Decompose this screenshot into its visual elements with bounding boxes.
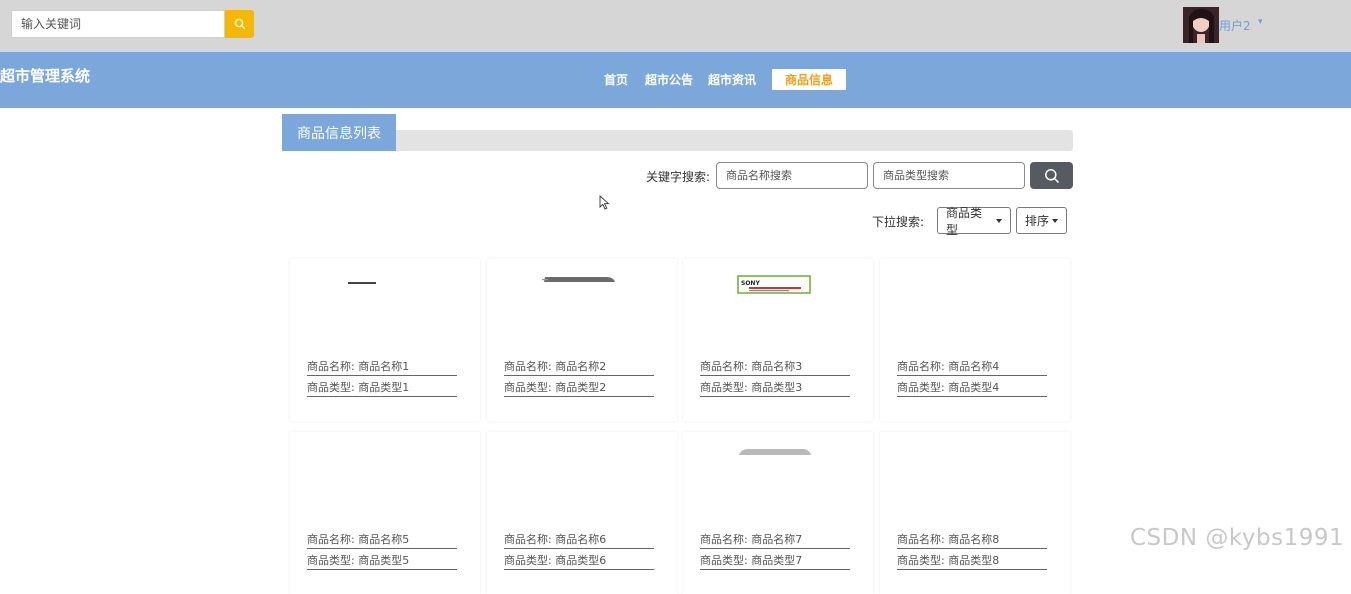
mouse-cursor-icon (599, 195, 610, 210)
main-nav-bar: 超市管理系统 首页 超市公告 超市资讯 商品信息 (0, 52, 1351, 108)
avatar-image (1183, 7, 1219, 43)
product-thumbnail: SONY (737, 275, 811, 294)
product-type-line: 商品类型: 商品类型2 (504, 381, 654, 397)
product-name: 商品名称3 (751, 360, 803, 373)
nav-item-products[interactable]: 商品信息 (772, 69, 846, 90)
product-type-line: 商品类型: 商品类型5 (307, 554, 457, 570)
top-search-button[interactable] (225, 10, 254, 38)
caret-down-icon (1052, 218, 1058, 223)
caret-down-icon (996, 218, 1002, 223)
product-name-line: 商品名称: 商品名称6 (504, 533, 654, 549)
product-type: 商品类型4 (948, 381, 1000, 394)
username-link[interactable]: 用户2 (1219, 17, 1251, 34)
nav-item-announcements[interactable]: 超市公告 (645, 71, 693, 88)
product-type-dropdown[interactable]: 商品类型 (937, 206, 1011, 237)
top-search-input[interactable] (11, 10, 225, 38)
csdn-watermark: CSDN @kybs1991 (1130, 525, 1345, 551)
product-name: 商品名称8 (948, 533, 1000, 546)
keyword-search-label: 关键字搜索: (646, 170, 711, 184)
dropdown-search-label: 下拉搜索: (872, 215, 925, 229)
product-name-line: 商品名称: 商品名称4 (897, 360, 1047, 376)
product-name: 商品名称2 (555, 360, 607, 373)
product-type: 商品类型2 (555, 381, 607, 394)
product-name: 商品名称6 (555, 533, 607, 546)
search-icon (1044, 168, 1059, 183)
product-type: 商品类型3 (751, 381, 803, 394)
product-type-line: 商品类型: 商品类型6 (504, 554, 654, 570)
product-name-search-input[interactable] (716, 162, 868, 189)
search-icon (234, 18, 245, 30)
product-thumbnail (880, 432, 1070, 532)
product-card-1[interactable]: 商品名称: 商品名称1 商品类型: 商品类型1 (290, 259, 480, 421)
product-name-line: 商品名称: 商品名称7 (700, 533, 850, 549)
thumb-brand-text: SONY (741, 280, 760, 287)
product-type: 商品类型5 (358, 554, 410, 567)
product-thumbnail (487, 432, 677, 532)
product-thumbnail (880, 259, 1070, 359)
product-name-line: 商品名称: 商品名称5 (307, 533, 457, 549)
keyword-search-button[interactable] (1030, 162, 1073, 189)
section-title: 商品信息列表 (282, 114, 396, 151)
product-thumbnail (290, 432, 480, 532)
product-thumbnail (542, 277, 615, 282)
product-name-line: 商品名称: 商品名称8 (897, 533, 1047, 549)
brand-title: 超市管理系统 (0, 67, 91, 85)
sort-dropdown[interactable]: 排序 (1016, 207, 1067, 234)
product-card-2[interactable]: 商品名称: 商品名称2 商品类型: 商品类型2 (487, 259, 677, 421)
user-menu-caret-icon[interactable]: ▾ (1258, 17, 1263, 27)
product-type: 商品类型8 (948, 554, 1000, 567)
top-bar: 用户2 ▾ (0, 0, 1351, 52)
product-card-8[interactable]: 商品名称: 商品名称8 商品类型: 商品类型8 (880, 432, 1070, 594)
product-name: 商品名称5 (358, 533, 410, 546)
product-type: 商品类型1 (358, 381, 410, 394)
product-name: 商品名称4 (948, 360, 1000, 373)
product-card-5[interactable]: 商品名称: 商品名称5 商品类型: 商品类型5 (290, 432, 480, 594)
nav-item-home[interactable]: 首页 (604, 71, 628, 88)
product-card-3[interactable]: SONY 商品名称: 商品名称3 商品类型: 商品类型3 (683, 259, 873, 421)
product-type-dropdown-label: 商品类型 (946, 205, 983, 237)
section-header-bar (282, 130, 1073, 151)
product-type: 商品类型7 (751, 554, 803, 567)
product-name-line: 商品名称: 商品名称2 (504, 360, 654, 376)
product-type-search-input[interactable] (873, 162, 1025, 189)
product-type-line: 商品类型: 商品类型8 (897, 554, 1047, 570)
product-thumbnail (348, 282, 376, 284)
product-name-line: 商品名称: 商品名称1 (307, 360, 457, 376)
product-name: 商品名称1 (358, 360, 410, 373)
product-type-line: 商品类型: 商品类型4 (897, 381, 1047, 397)
nav-item-news[interactable]: 超市资讯 (708, 71, 756, 88)
user-avatar[interactable] (1183, 7, 1219, 43)
product-thumbnail (739, 449, 811, 455)
product-type-line: 商品类型: 商品类型7 (700, 554, 850, 570)
product-type-line: 商品类型: 商品类型3 (700, 381, 850, 397)
product-card-4[interactable]: 商品名称: 商品名称4 商品类型: 商品类型4 (880, 259, 1070, 421)
product-name: 商品名称7 (751, 533, 803, 546)
product-type-line: 商品类型: 商品类型1 (307, 381, 457, 397)
product-card-7[interactable]: 商品名称: 商品名称7 商品类型: 商品类型7 (683, 432, 873, 594)
sort-dropdown-label: 排序 (1025, 214, 1050, 228)
product-card-6[interactable]: 商品名称: 商品名称6 商品类型: 商品类型6 (487, 432, 677, 594)
product-name-line: 商品名称: 商品名称3 (700, 360, 850, 376)
product-type: 商品类型6 (555, 554, 607, 567)
